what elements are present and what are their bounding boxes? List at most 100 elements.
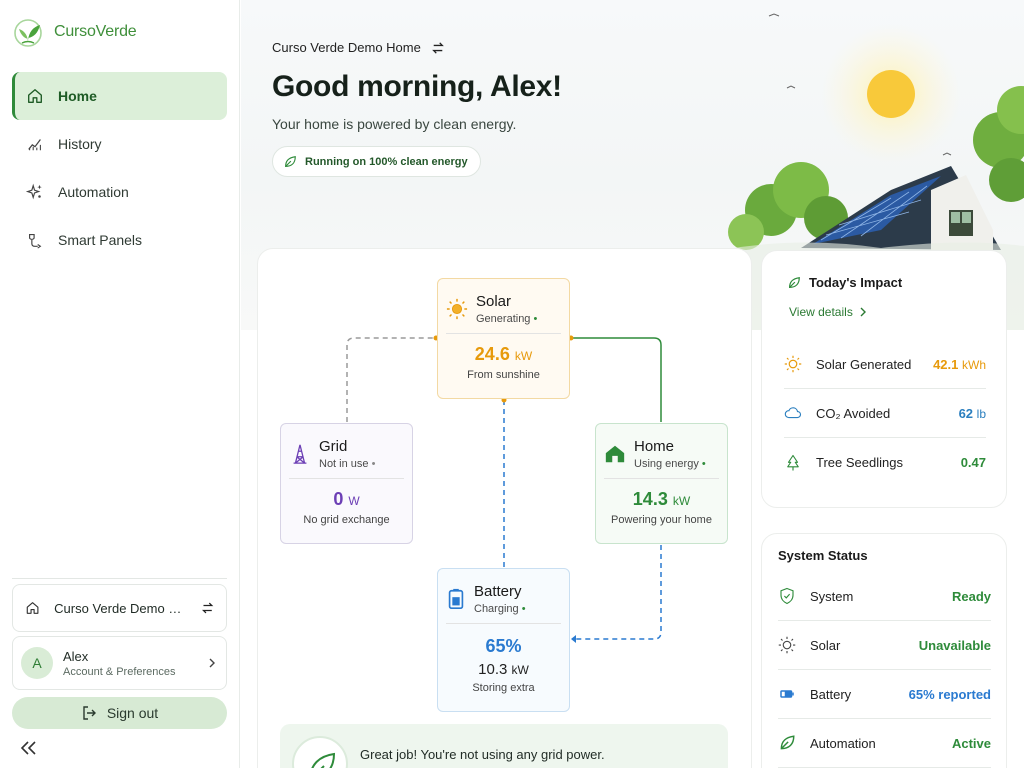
leaf-icon — [311, 752, 336, 768]
battery-node[interactable]: Battery Charging • 65% 10.3 kW Storing e… — [437, 568, 570, 712]
home-unit: kW — [672, 494, 691, 508]
impact-header: Today's Impact — [787, 275, 902, 290]
status-label: Automation — [810, 735, 876, 751]
sidebar-item-automation[interactable]: Automation — [12, 168, 227, 216]
breadcrumb-label: Curso Verde Demo Home — [272, 40, 421, 55]
sign-out-icon — [83, 706, 96, 720]
status-label: System — [810, 588, 854, 604]
battery-note: Storing extra — [472, 682, 535, 694]
shield-check-icon — [780, 587, 794, 605]
todays-impact-card: Today's Impact View details Solar Genera… — [761, 250, 1007, 508]
impact-title: Today's Impact — [809, 275, 903, 290]
sidebar-item-label: Smart Panels — [58, 232, 143, 248]
grid-note: No grid exchange — [303, 514, 390, 526]
sidebar-divider — [12, 578, 227, 579]
sidebar-item-smart-panels[interactable]: Smart Panels — [12, 216, 227, 264]
solar-title: Solar — [476, 293, 512, 310]
chevron-right-icon — [860, 307, 866, 317]
sidebar-item-home[interactable]: Home — [12, 72, 227, 120]
sun-icon — [784, 355, 802, 373]
solar-state: Generating — [476, 313, 531, 325]
leaf-icon — [789, 276, 800, 288]
sparkle-icon — [26, 183, 42, 200]
message-text: Great job! You're not using any grid pow… — [360, 747, 605, 762]
sun-icon — [778, 636, 796, 654]
home-selector-label: Curso Verde Demo Ho... — [54, 600, 187, 616]
grid-unit: W — [348, 494, 360, 508]
impact-unit: lb — [976, 406, 986, 421]
grid-node[interactable]: Grid Not in use • 0 W No grid exchange — [280, 423, 413, 544]
solar-node[interactable]: Solar Generating • 24.6 kW From sunshine — [437, 278, 570, 399]
house-icon — [605, 445, 625, 463]
home-node[interactable]: Home Using energy • 14.3 kW Powering you… — [595, 423, 728, 544]
sidebar-item-label: History — [58, 136, 102, 152]
status-row-solar: Solar Unavailable — [778, 621, 991, 670]
home-icon — [26, 602, 39, 614]
view-details-link[interactable]: View details — [789, 305, 867, 319]
status-value: Ready — [951, 588, 991, 604]
impact-value: 0.47 — [960, 455, 986, 470]
sun-icon — [446, 298, 468, 320]
status-dot: • — [521, 603, 526, 615]
leaf-badge — [292, 736, 348, 768]
clean-energy-badge: Running on 100% clean energy — [272, 146, 481, 177]
brand-name: CursoVerde — [54, 23, 137, 40]
sign-out-button[interactable]: Sign out — [12, 697, 227, 729]
battery-icon — [780, 690, 794, 698]
view-details-label: View details — [789, 305, 853, 319]
grid-state: Not in use — [319, 458, 369, 470]
account-card[interactable]: A Alex Account & Preferences — [12, 636, 227, 690]
impact-row-co2: CO₂ Avoided 62 lb — [784, 389, 986, 438]
cloud-icon — [784, 407, 801, 419]
account-name: Alex — [63, 648, 89, 664]
sidebar: CursoVerde Home History Automation Smart… — [0, 0, 240, 768]
tree-icon — [787, 454, 799, 470]
battery-percent: 65% — [485, 636, 522, 656]
solar-note: From sunshine — [467, 369, 540, 381]
status-row-system: System Ready — [778, 572, 991, 621]
transmission-tower-icon — [293, 444, 307, 464]
status-label: Battery — [810, 686, 852, 702]
home-note: Powering your home — [611, 514, 712, 526]
impact-row-trees: Tree Seedlings 0.47 — [784, 438, 986, 487]
leaf-icon — [285, 155, 296, 167]
status-dot: • — [371, 458, 376, 470]
impact-label: Tree Seedlings — [816, 455, 903, 470]
battery-unit: kW — [511, 663, 529, 677]
battery-title: Battery — [474, 583, 522, 600]
impact-row-solar: Solar Generated 42.1 kWh — [784, 340, 986, 389]
swap-arrows-icon — [201, 602, 214, 614]
plug-icon — [29, 234, 42, 249]
home-selector[interactable]: Curso Verde Demo Ho... — [12, 584, 227, 632]
status-dot: • — [533, 313, 538, 325]
account-subtitle: Account & Preferences — [63, 665, 176, 678]
chart-line-icon — [28, 139, 41, 151]
status-value: Active — [951, 735, 991, 751]
status-title: System Status — [778, 548, 868, 563]
sidebar-item-history[interactable]: History — [12, 120, 227, 168]
solar-value: 24.6 — [474, 344, 510, 364]
impact-label: CO₂ Avoided — [816, 405, 891, 421]
grid-value: 0 — [333, 489, 344, 509]
home-breadcrumb[interactable]: Curso Verde Demo Home — [272, 40, 445, 55]
sidebar-item-label: Automation — [58, 184, 129, 200]
grid-free-message: Great job! You're not using any grid pow… — [280, 724, 728, 768]
status-label: Solar — [810, 637, 841, 653]
battery-state: Charging — [474, 603, 519, 615]
impact-value: 42.1 — [933, 356, 959, 372]
cursoverde-logo-icon — [14, 19, 42, 47]
swap-arrows-icon — [432, 41, 444, 54]
avatar: A — [21, 647, 53, 679]
impact-unit: kWh — [962, 357, 986, 372]
clean-energy-text: Running on 100% clean energy — [305, 155, 468, 168]
status-dot: • — [701, 458, 706, 470]
impact-label: Solar Generated — [816, 356, 912, 372]
grid-title: Grid — [319, 438, 348, 455]
leaf-icon — [780, 735, 795, 750]
page-subtitle: Your home is powered by clean energy. — [272, 116, 517, 132]
battery-icon — [448, 588, 464, 609]
solar-unit: kW — [514, 349, 533, 363]
collapse-sidebar-icon[interactable] — [18, 738, 40, 758]
impact-value: 62 — [958, 405, 974, 421]
brand[interactable]: CursoVerde — [12, 16, 137, 48]
